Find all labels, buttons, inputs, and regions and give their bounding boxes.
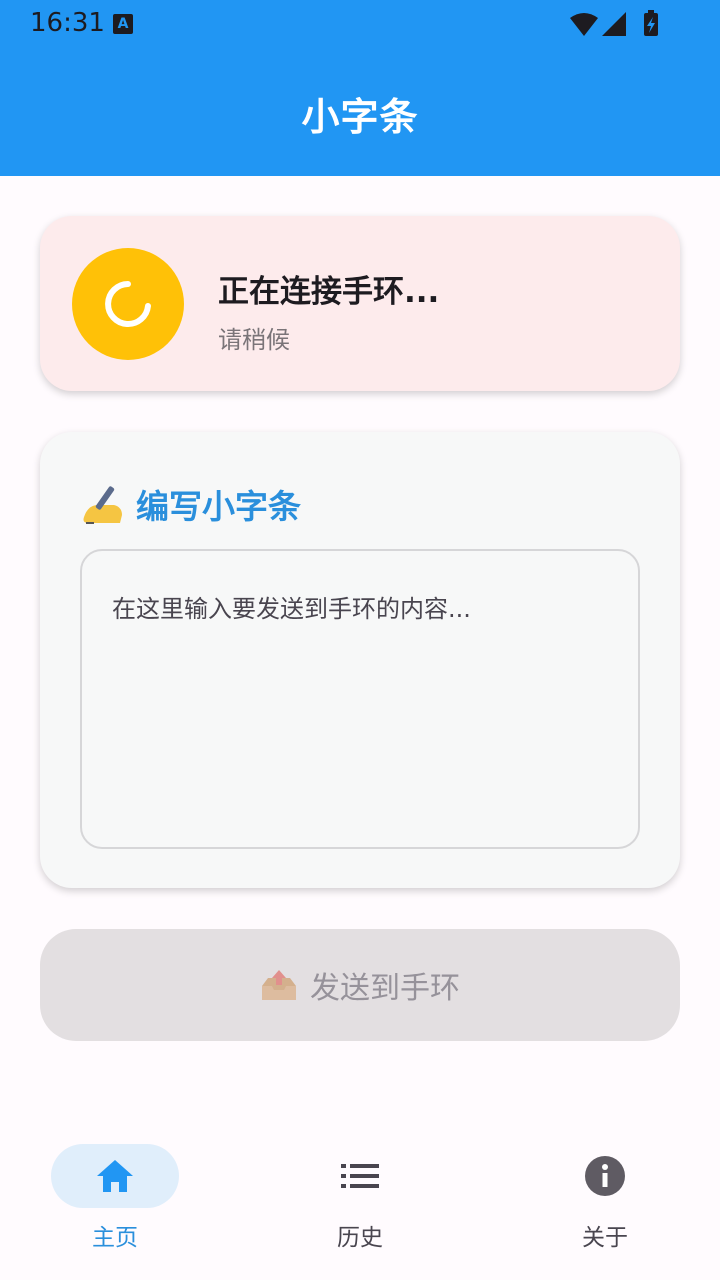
compose-card: 编写小字条 (40, 432, 680, 888)
nav-label-about: 关于 (582, 1225, 628, 1251)
nav-label-home: 主页 (92, 1225, 138, 1251)
connection-subtitle: 请稍候 (218, 326, 290, 354)
status-icons (568, 10, 668, 42)
home-icon (95, 1156, 135, 1196)
app-title: 小字条 (301, 95, 419, 139)
status-time: 16:31 (30, 8, 105, 38)
nav-item-history[interactable]: 历史 (280, 1144, 440, 1254)
writing-hand-icon (80, 483, 126, 525)
wifi-icon (570, 13, 598, 36)
compose-heading-text: 编写小字条 (136, 487, 301, 526)
battery-icon (644, 10, 658, 36)
message-input[interactable] (80, 549, 640, 849)
send-to-band-button[interactable]: 发送到手环 (40, 929, 680, 1041)
status-bar: 16:31 A (0, 0, 720, 48)
connection-status-card: 正在连接手环... 请稍候 (40, 216, 680, 391)
nav-item-home[interactable]: 主页 (35, 1144, 195, 1254)
list-icon (340, 1156, 380, 1196)
notification-a-icon: A (113, 14, 133, 34)
signal-icon (602, 12, 626, 36)
outbox-tray-icon (260, 968, 298, 1002)
compose-heading: 编写小字条 (80, 480, 301, 528)
bottom-navigation: 主页 历史 关于 (0, 1120, 720, 1280)
loading-spinner-icon (72, 248, 184, 360)
send-button-label: 发送到手环 (310, 971, 460, 1006)
nav-label-history: 历史 (337, 1225, 383, 1251)
info-icon (585, 1156, 625, 1196)
app-bar: 16:31 A 小字条 (0, 0, 720, 176)
connection-title: 正在连接手环... (218, 274, 440, 310)
nav-item-about[interactable]: 关于 (525, 1144, 685, 1254)
